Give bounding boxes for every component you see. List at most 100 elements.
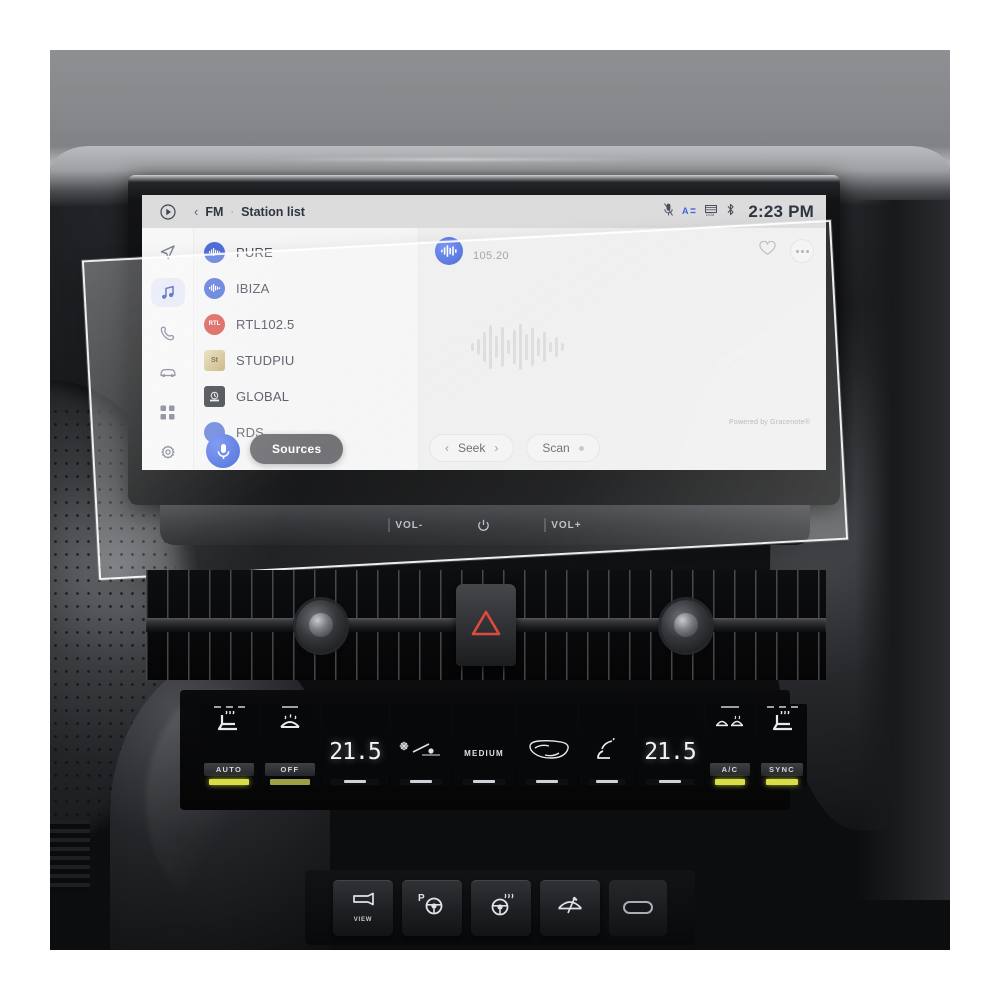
auto-park-button[interactable]: P: [402, 879, 462, 936]
airflow-feet-icon: [594, 736, 620, 767]
station-frequency: 105.20: [473, 249, 510, 262]
ac-indicator: [715, 779, 745, 785]
hazard-light-button[interactable]: [456, 584, 516, 666]
auto-label: AUTO: [204, 763, 254, 776]
app-logo-icon[interactable]: [142, 203, 194, 220]
defrost-ticks: [261, 706, 319, 708]
sources-button[interactable]: Sources: [250, 434, 344, 464]
rear-defrost-button[interactable]: OFF: [261, 704, 319, 786]
right-door-panel: [855, 200, 950, 900]
sidebar-item-settings[interactable]: [151, 438, 185, 467]
clock: 2:23 PM: [748, 201, 814, 221]
breadcrumb[interactable]: ‹ FM · Station list: [194, 204, 305, 219]
vent-knob-icon[interactable]: [661, 600, 711, 652]
camera-view-icon: [350, 892, 376, 915]
volume-down-label: VOL-: [395, 519, 424, 531]
heated-steering-button[interactable]: [471, 879, 531, 936]
sidebar-item-audio[interactable]: [150, 278, 185, 307]
heated-seat-left-button[interactable]: AUTO: [200, 704, 258, 786]
ac-ticks: [706, 706, 754, 708]
airflow-feet-button[interactable]: [580, 704, 634, 786]
usb-c-slot: [623, 901, 653, 914]
side-speaker-grille: [50, 820, 90, 890]
chevron-left-icon[interactable]: ‹: [445, 441, 449, 455]
sync-indicator: [766, 779, 798, 785]
sidebar-item-navigation[interactable]: [151, 238, 185, 267]
power-button[interactable]: [477, 519, 490, 532]
chevron-right-icon[interactable]: ›: [494, 441, 498, 455]
volume-down-button[interactable]: VOL-: [388, 518, 423, 532]
seek-control[interactable]: ‹ Seek ›: [429, 434, 515, 462]
back-icon[interactable]: ‹: [194, 204, 198, 219]
fan-level-indicator: [463, 779, 505, 785]
scan-status-dot: [578, 445, 584, 451]
ac-button[interactable]: A/C: [706, 704, 754, 786]
temp-right-value: 21.5: [644, 739, 696, 765]
lower-button-row: VIEW P: [305, 870, 695, 945]
player-actions: [759, 239, 814, 263]
seek-label: Seek: [458, 441, 486, 455]
list-item[interactable]: GLOBAL: [204, 378, 418, 414]
breadcrumb-separator: ·: [230, 205, 235, 218]
center-air-vents: [146, 570, 826, 680]
heart-outline-icon[interactable]: [759, 240, 776, 261]
camera-view-button[interactable]: VIEW: [333, 879, 393, 936]
sync-ticks: [757, 706, 807, 708]
radio-waveform-icon: [435, 237, 463, 265]
scan-label: Scan: [542, 441, 570, 455]
station-logo-icon: [204, 385, 225, 407]
sidebar-item-apps[interactable]: [151, 398, 185, 427]
sync-button[interactable]: SYNC: [757, 704, 807, 786]
list-item[interactable]: IBIZA: [204, 270, 418, 306]
microphone-icon[interactable]: [206, 434, 240, 468]
list-item[interactable]: PURE: [204, 234, 418, 270]
player-transport: ‹ Seek › Scan: [429, 434, 600, 462]
passenger-temp-display[interactable]: 21.5: [637, 704, 703, 786]
text-size-icon: A: [682, 203, 696, 221]
fan-level-display[interactable]: MEDIUM: [454, 704, 514, 786]
usb-c-port-icon[interactable]: [609, 879, 667, 936]
station-logo-icon: St: [204, 349, 225, 371]
gracenote-credit: Powered by Gracenote®: [729, 419, 810, 426]
station-logo-icon: [204, 277, 225, 299]
climate-control-panel: AUTO OFF 21.5 MEDIUM 21.5 A/C SYNC: [180, 690, 807, 810]
svg-text:P: P: [418, 893, 425, 904]
station-list[interactable]: PURE IBIZA RTL RTL102.5 St STUDPIU GLOBA…: [194, 228, 419, 470]
auto-park-icon: P: [417, 891, 447, 922]
list-item[interactable]: St STUDPIU: [204, 342, 418, 378]
breadcrumb-source: FM: [205, 204, 224, 219]
rear-wiper-button[interactable]: [540, 879, 600, 936]
airflow-mode-button[interactable]: [391, 704, 451, 786]
sidebar-item-vehicle[interactable]: [151, 358, 185, 387]
sidebar-item-phone[interactable]: [151, 318, 185, 347]
rear-wiper-icon: [556, 892, 584, 921]
station-logo-icon: RTL: [204, 313, 225, 335]
mic-muted-icon: [664, 202, 674, 221]
recirculation-icon: [525, 737, 569, 766]
camera-view-label: VIEW: [353, 917, 373, 923]
heated-seat-right-icon: [769, 710, 795, 738]
list-item[interactable]: RTL RTL102.5: [204, 306, 418, 342]
station-logo-icon: [204, 241, 225, 263]
ac-label: A/C: [710, 763, 750, 776]
infotainment-screen[interactable]: ‹ FM · Station list A DCM 2:23 PM PURE I…: [142, 195, 826, 470]
bluetooth-icon: [726, 203, 735, 221]
recirculation-button[interactable]: [517, 704, 577, 786]
fan-level-value: MEDIUM: [464, 748, 504, 758]
dash-seam: [266, 158, 644, 161]
scan-button[interactable]: Scan: [526, 434, 600, 462]
airflow-mode-icon: [398, 739, 444, 766]
volume-up-button[interactable]: VOL+: [544, 518, 581, 532]
rear-defrost-icon: [277, 711, 303, 738]
station-name: STUDPIU: [236, 352, 295, 368]
airflow-feet-indicator: [589, 779, 625, 785]
nav-rail: [142, 228, 194, 470]
temp-left-indicator: [331, 779, 379, 785]
more-options-icon[interactable]: [790, 239, 814, 263]
off-label: OFF: [265, 763, 315, 776]
audio-waveform-icon: [471, 323, 564, 371]
vent-knob-icon[interactable]: [296, 600, 346, 652]
auto-indicator: [209, 779, 249, 785]
heat-level-ticks: [200, 706, 258, 708]
driver-temp-display[interactable]: 21.5: [322, 704, 388, 786]
